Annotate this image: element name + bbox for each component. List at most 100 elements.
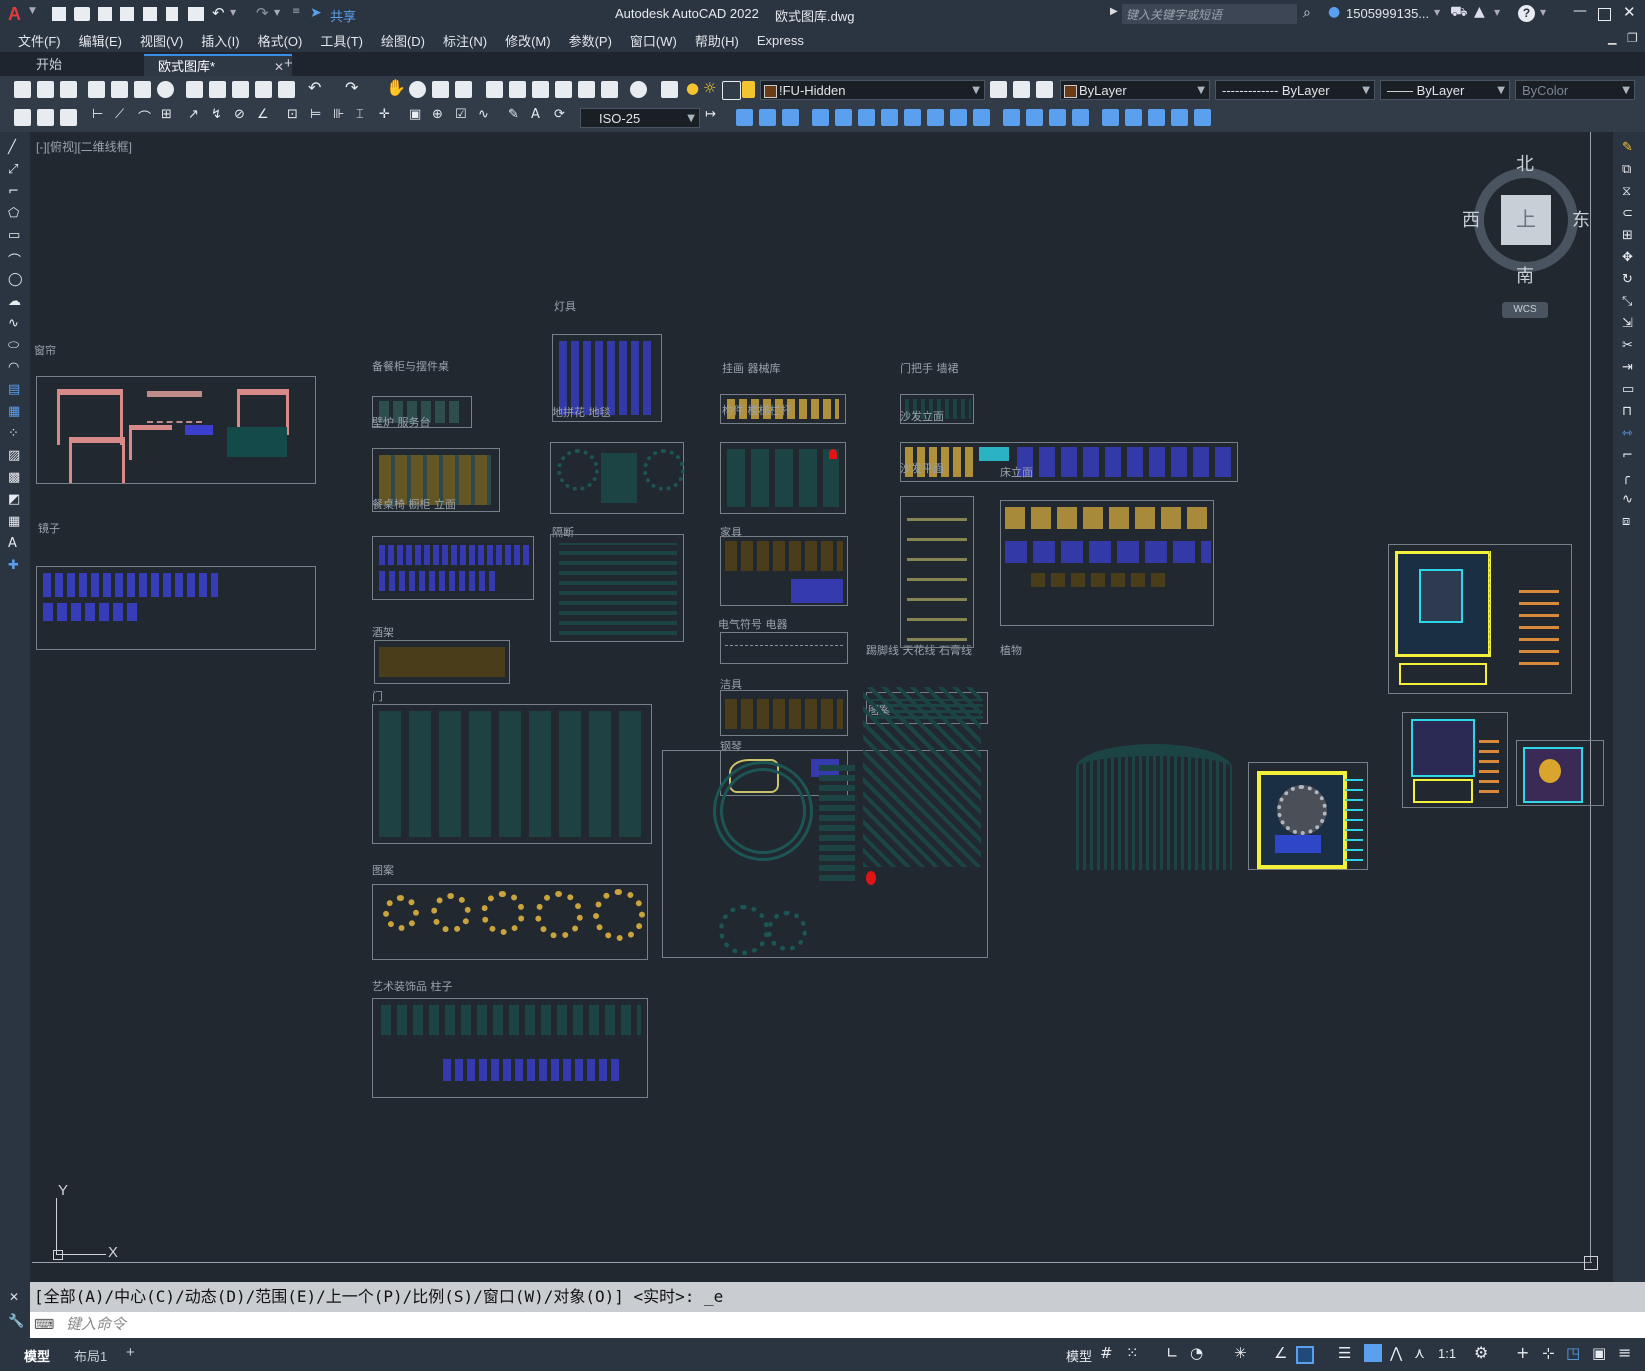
toolbar-publish-icon[interactable] <box>134 81 151 98</box>
modify-fillet-icon[interactable] <box>1049 109 1066 126</box>
modify-array-icon[interactable] <box>812 109 829 126</box>
doc-restore-icon[interactable]: ❐ <box>1627 31 1638 45</box>
toolbar-properties-icon[interactable] <box>486 81 503 98</box>
toolbar-plot-icon[interactable] <box>88 81 105 98</box>
help-dropdown-icon[interactable]: ▼ <box>1540 8 1546 17</box>
block-mirror[interactable] <box>36 566 316 650</box>
modify-offset-icon[interactable] <box>782 109 799 126</box>
layer-viewport-icon[interactable] <box>722 81 741 100</box>
menu-file[interactable]: 文件(F) <box>18 31 61 50</box>
undo-dropdown-icon[interactable]: ▼ <box>230 8 236 17</box>
modify-draworder-icon[interactable] <box>1194 109 1211 126</box>
plot-icon[interactable] <box>188 7 204 21</box>
tab-document[interactable]: 欧式图库* ✕ <box>144 54 292 78</box>
tab-start[interactable]: 开始 <box>22 54 76 76</box>
toolbar-preview-icon[interactable] <box>111 81 128 98</box>
command-line-handle[interactable]: ✕ 🔧 <box>0 1282 30 1338</box>
chamfer-icon[interactable]: ⌐ <box>1622 448 1633 463</box>
center-mark-icon[interactable]: ⊕ <box>432 107 449 124</box>
toolbar-3d-print-icon[interactable] <box>157 81 174 98</box>
construction-line-icon[interactable]: ⤢ <box>8 162 18 177</box>
toolbar-layer-tools-icon[interactable] <box>14 109 31 126</box>
minimize-icon[interactable]: — <box>1573 3 1587 19</box>
block-electric[interactable] <box>720 632 848 664</box>
toolbar-layer-merge-icon[interactable] <box>60 109 77 126</box>
make-block-icon[interactable]: ▦ <box>8 404 20 419</box>
expand-arrow-icon[interactable]: ▶ <box>1110 6 1118 17</box>
block-elevation-2[interactable] <box>1402 712 1508 808</box>
layer-dropdown[interactable]: !FU-Hidden ▼ <box>760 80 985 100</box>
user-icon[interactable]: ● <box>1328 4 1340 20</box>
layer-previous-icon[interactable] <box>1013 81 1030 98</box>
modify-copy-icon[interactable] <box>736 109 753 126</box>
tolerance-icon[interactable]: ▣ <box>409 107 426 124</box>
tab-model[interactable]: 模型 <box>24 1346 50 1365</box>
viewcube-top-face[interactable]: 上 <box>1501 195 1551 245</box>
menu-edit[interactable]: 编辑(E) <box>79 31 122 50</box>
region-icon[interactable]: ◩ <box>8 492 20 507</box>
dim-radius-icon[interactable]: ↗ <box>188 107 205 124</box>
block-elevation-3[interactable] <box>1516 740 1604 806</box>
scale-icon[interactable]: ⤡ <box>1622 294 1632 309</box>
toolbar-layer-properties-icon[interactable] <box>661 81 678 98</box>
gate-drawing[interactable] <box>1076 744 1232 870</box>
dim-edit-icon[interactable]: ✎ <box>508 107 525 124</box>
units-icon[interactable]: ⊹ <box>1542 1344 1555 1362</box>
add-layout-button[interactable]: + <box>126 1344 135 1361</box>
search-icon[interactable]: ⌕ <box>1303 5 1311 21</box>
block-sanitary[interactable] <box>720 690 848 736</box>
toolbar-markup-icon[interactable] <box>578 81 595 98</box>
revision-cloud-icon[interactable]: ☁ <box>8 294 21 309</box>
toolbar-zoom-previous-icon[interactable] <box>455 81 472 98</box>
toolbar-matchprop-icon[interactable] <box>255 81 272 98</box>
toolbar-sheetset-icon[interactable] <box>555 81 572 98</box>
linetype-dropdown[interactable]: ------------- ByLayer ▼ <box>1215 80 1375 100</box>
block-elevation-4[interactable] <box>1248 762 1368 870</box>
table-icon[interactable]: ▦ <box>8 514 20 529</box>
command-prompt-icon[interactable]: ⌨ <box>34 1312 54 1338</box>
add-selected-icon[interactable]: ✚ <box>8 558 19 573</box>
modify-align-icon[interactable] <box>1148 109 1165 126</box>
lineweight-dropdown[interactable]: —— ByLayer ▼ <box>1380 80 1510 100</box>
compass-south[interactable]: 南 <box>1516 262 1534 288</box>
quick-properties-icon[interactable]: ◳ <box>1566 1344 1580 1362</box>
maximize-icon[interactable] <box>1598 8 1611 21</box>
block-door[interactable] <box>372 704 652 844</box>
dim-linear-icon[interactable]: ⊢ <box>92 107 109 124</box>
jogged-linear-icon[interactable]: ∿ <box>478 107 495 124</box>
insert-block-icon[interactable]: ▤ <box>8 382 20 397</box>
command-close-icon[interactable]: ✕ <box>9 1290 19 1304</box>
modify-lengthen-icon[interactable] <box>1171 109 1188 126</box>
menu-dimension[interactable]: 标注(N) <box>443 31 487 50</box>
command-customize-icon[interactable]: 🔧 <box>8 1314 24 1329</box>
snap-icon[interactable]: ⁙ <box>1126 1344 1139 1362</box>
spline-icon[interactable]: ∿ <box>8 316 19 331</box>
make-object-layer-current-icon[interactable] <box>990 81 1007 98</box>
dim-style-icon[interactable]: ↦ <box>705 107 722 124</box>
layer-freeze-icon[interactable]: ☼ <box>703 79 720 97</box>
menu-parametric[interactable]: 参数(P) <box>569 31 612 50</box>
object-track-icon[interactable]: ∠ <box>1274 1344 1287 1362</box>
dimstyle-dropdown[interactable]: ISO-25 ▼ <box>580 108 700 128</box>
menu-insert[interactable]: 插入(I) <box>201 31 239 50</box>
doc-minimize-icon[interactable]: ▁ <box>1608 32 1616 45</box>
dim-angular-icon[interactable]: ∠ <box>257 107 274 124</box>
block-pattern-1[interactable] <box>372 884 648 960</box>
mirror-icon[interactable]: ⧖ <box>1622 184 1631 199</box>
hatch-icon[interactable]: ▨ <box>8 448 20 463</box>
app-dropdown-icon[interactable]: ▼ <box>1494 8 1500 17</box>
save-icon[interactable] <box>98 7 112 21</box>
auto-scale-icon[interactable]: ⋀ <box>1390 1344 1402 1362</box>
extend-icon[interactable]: ⇥ <box>1622 360 1633 375</box>
block-art[interactable] <box>372 998 648 1098</box>
multiline-text-icon[interactable]: A <box>8 536 17 551</box>
dim-space-icon[interactable]: ⌶ <box>356 107 373 124</box>
compass-north[interactable]: 北 <box>1516 150 1534 176</box>
dim-aligned-icon[interactable]: ⟋ <box>115 107 132 124</box>
help-icon[interactable]: ? <box>1518 5 1535 22</box>
cart-icon[interactable]: ⛟ <box>1450 4 1468 22</box>
wcs-menu[interactable]: WCS <box>1502 302 1548 318</box>
compass-west[interactable]: 西 <box>1462 206 1480 232</box>
dim-ordinate-icon[interactable]: ⊞ <box>161 107 178 124</box>
layer-state-icon[interactable] <box>1036 81 1053 98</box>
